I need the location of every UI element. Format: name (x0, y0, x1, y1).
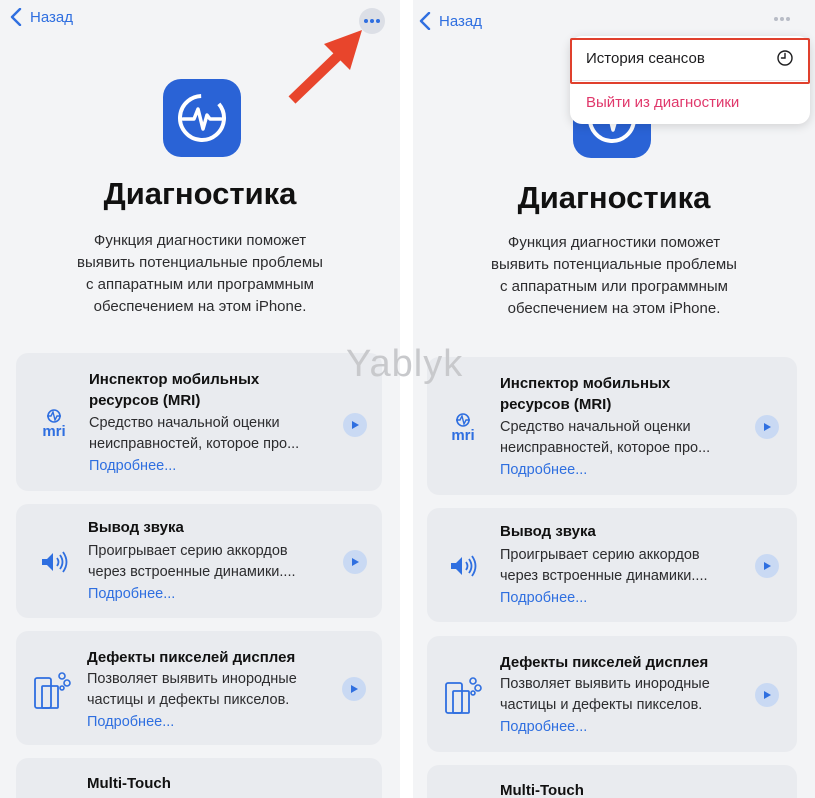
card-title: Дефекты пикселей дисплея (87, 649, 296, 666)
speaker-icon (34, 542, 74, 582)
play-icon[interactable] (755, 683, 779, 707)
back-label: Назад (30, 8, 73, 26)
left-screen: Назад Диагностика Функция диагностики по… (0, 0, 400, 798)
back-button[interactable]: Назад (10, 8, 73, 26)
back-button[interactable]: Назад (419, 12, 482, 30)
menu-item-label: Выйти из диагностики (586, 94, 740, 111)
page-title: Диагностика (517, 180, 711, 215)
highlight-annotation (570, 38, 810, 84)
page-title: Диагностика (103, 176, 297, 211)
back-label: Назад (439, 12, 482, 30)
mri-icon: mri (34, 403, 74, 443)
arrow-annotation-icon (288, 30, 362, 104)
card-sound-output[interactable]: Вывод звука Проигрывает серию аккордов ч… (16, 504, 382, 618)
learn-more-link[interactable]: Подробнее... (88, 586, 175, 602)
play-icon[interactable] (755, 415, 779, 439)
card-description: Позволяет выявить инородные частицы и де… (87, 671, 297, 708)
card-title: Вывод звука (88, 519, 184, 536)
card-sound-output[interactable]: Вывод звука Проигрывает серию аккордов ч… (427, 508, 797, 622)
card-title: Инспектор мобильных ресурсов (MRI) (500, 375, 671, 413)
play-icon[interactable] (343, 550, 367, 574)
play-icon[interactable] (343, 413, 367, 437)
card-multitouch[interactable]: Multi-Touch (16, 758, 382, 798)
play-icon[interactable] (755, 554, 779, 578)
card-description: Позволяет выявить инородные частицы и де… (500, 676, 710, 713)
card-description: Проигрывает серию аккордов через встроен… (88, 543, 296, 580)
card-display-pixels[interactable]: Дефекты пикселей дисплея Позволяет выяви… (16, 631, 382, 745)
mri-icon: mri (443, 407, 483, 447)
card-title: Multi-Touch (87, 775, 171, 792)
card-mri[interactable]: mri Инспектор мобильных ресурсов (MRI) С… (16, 353, 382, 491)
learn-more-link[interactable]: Подробнее... (87, 714, 174, 730)
waveform-circle-icon (163, 79, 241, 157)
card-multitouch[interactable]: Multi-Touch (427, 765, 797, 798)
intro-text: Функция диагностики поможет выявить поте… (77, 232, 323, 315)
card-mri[interactable]: mri Инспектор мобильных ресурсов (MRI) С… (427, 357, 797, 495)
card-description: Средство начальной оценки неисправностей… (500, 419, 711, 456)
speaker-icon (443, 546, 483, 586)
card-title: Вывод звука (500, 523, 596, 540)
learn-more-link[interactable]: Подробнее... (500, 462, 587, 478)
card-display-pixels[interactable]: Дефекты пикселей дисплея Позволяет выяви… (427, 636, 797, 752)
learn-more-link[interactable]: Подробнее... (500, 590, 587, 606)
card-title: Multi-Touch (500, 782, 584, 798)
card-title: Инспектор мобильных ресурсов (MRI) (89, 371, 260, 409)
card-description: Средство начальной оценки неисправностей… (89, 415, 300, 452)
watermark: Yablyk (346, 343, 464, 385)
learn-more-link[interactable]: Подробнее... (500, 719, 587, 735)
play-icon[interactable] (342, 677, 366, 701)
card-description: Проигрывает серию аккордов через встроен… (500, 547, 708, 584)
more-button[interactable] (769, 6, 795, 32)
display-pixels-icon (30, 669, 74, 715)
menu-item-exit-diagnostics[interactable]: Выйти из диагностики (570, 80, 810, 124)
chevron-left-icon (10, 8, 22, 26)
intro-text: Функция диагностики поможет выявить поте… (491, 234, 737, 317)
learn-more-link[interactable]: Подробнее... (89, 458, 176, 474)
display-pixels-icon (441, 674, 485, 720)
card-title: Дефекты пикселей дисплея (500, 654, 709, 671)
chevron-left-icon (419, 12, 431, 30)
